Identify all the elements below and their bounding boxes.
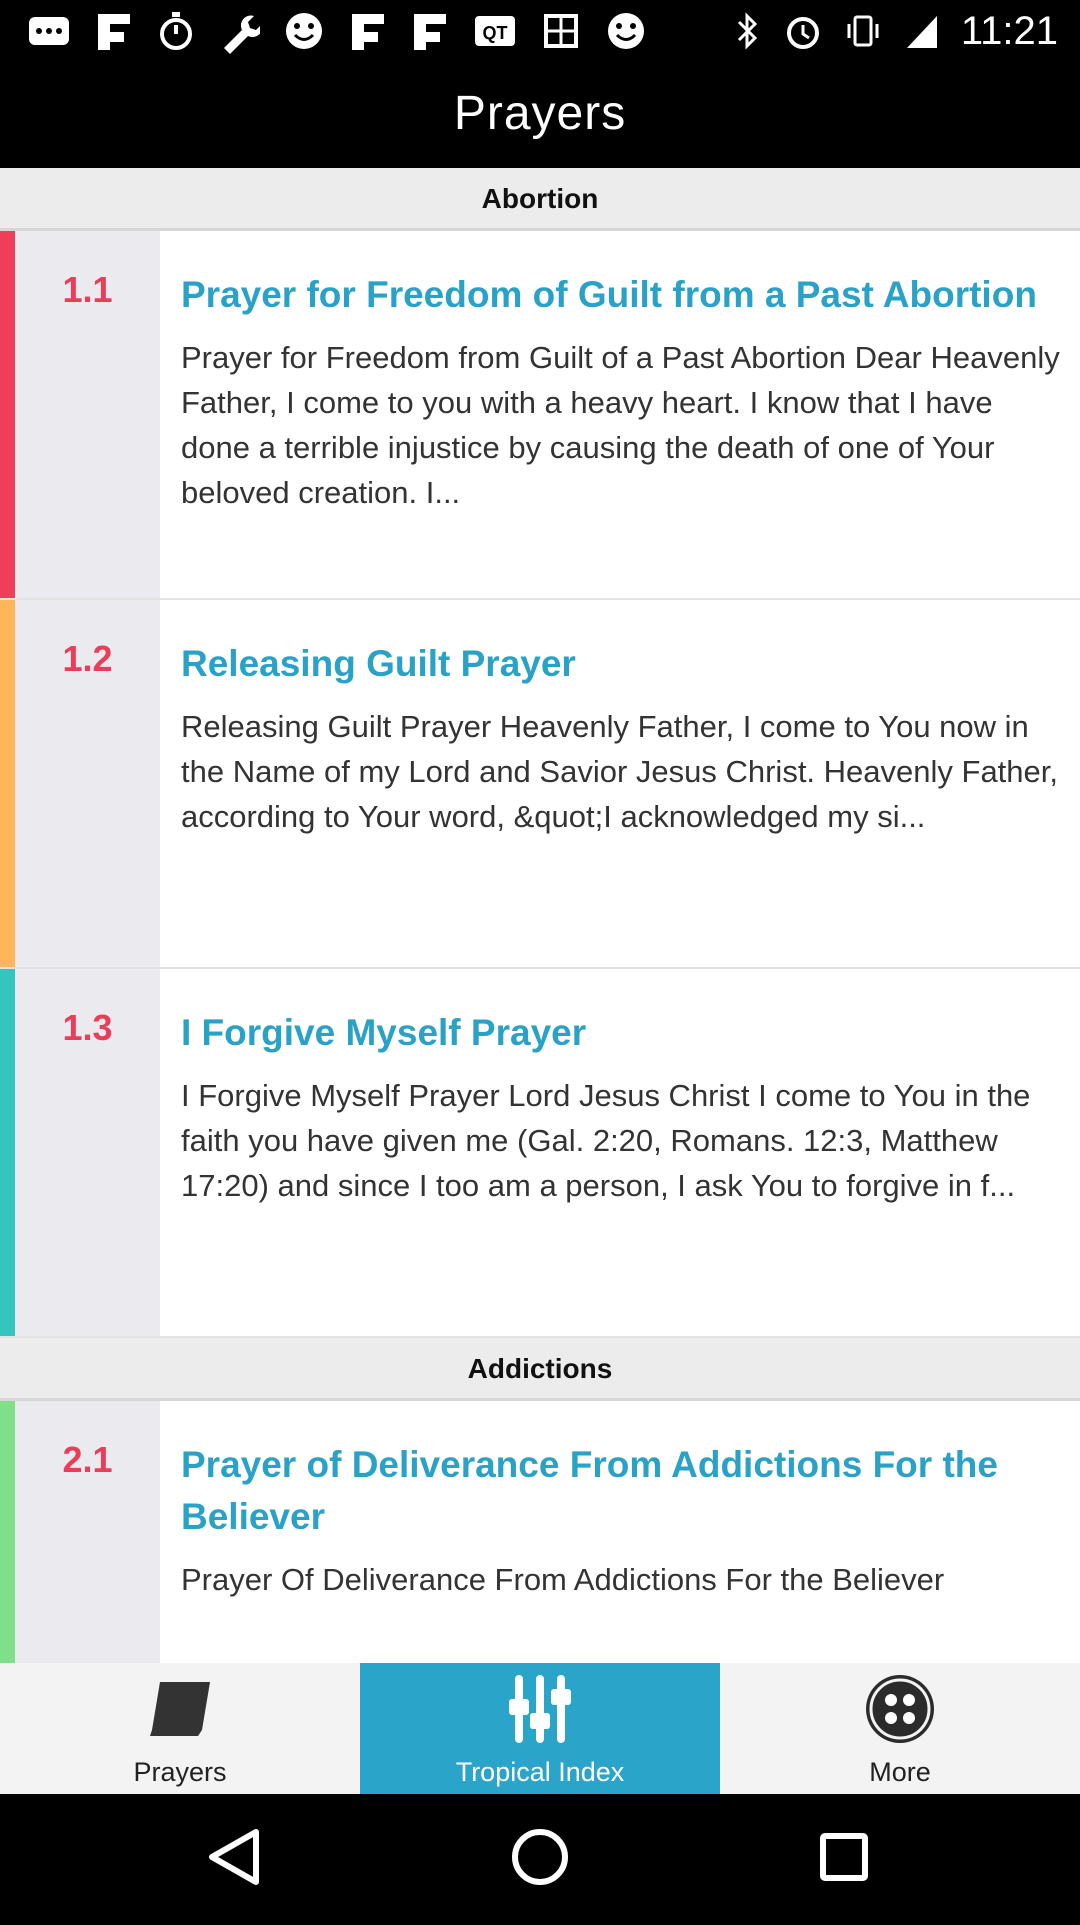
page-title: Prayers: [453, 87, 627, 140]
prayer-body: Prayer for Freedom of Guilt from a Past …: [181, 269, 1062, 515]
grid-app-icon: [544, 14, 578, 48]
messenger-dots-icon: [29, 17, 69, 45]
tab-tropical-index[interactable]: Tropical Index: [360, 1663, 720, 1794]
smiley-icon: [286, 13, 322, 49]
section-header-abortion: Abortion: [0, 168, 1080, 231]
prayer-excerpt: Prayer Of Deliverance From Addictions Fo…: [181, 1562, 945, 1597]
accent-bar: [0, 969, 15, 1336]
tab-more[interactable]: More: [720, 1663, 1080, 1794]
accent-bar: [0, 1401, 15, 1663]
prayer-body: Releasing Guilt Prayer Releasing Guilt P…: [181, 638, 1062, 839]
stopwatch-icon: [160, 12, 192, 50]
tab-label: Prayers: [133, 1757, 227, 1787]
tab-label: Tropical Index: [455, 1757, 625, 1787]
signal-icon: [906, 16, 937, 48]
vibrate-icon: [847, 15, 879, 47]
prayer-body: I Forgive Myself Prayer I Forgive Myself…: [181, 1007, 1062, 1208]
more-dots-icon: [866, 1675, 934, 1743]
system-icons: 11:21: [733, 8, 1058, 54]
prayer-number: 1.2: [62, 638, 113, 679]
prayer-item-1-1[interactable]: 1.1 Prayer for Freedom of Guilt from a P…: [0, 231, 1080, 600]
number-column: 1.2: [15, 600, 160, 967]
prayer-number: 1.3: [62, 1007, 113, 1048]
app-bar: Prayers: [0, 62, 1080, 168]
prayer-excerpt: Releasing Guilt Prayer Heavenly Father, …: [181, 709, 1059, 834]
flipboard-icon: [414, 14, 446, 50]
qt-icon: QT: [475, 16, 515, 46]
prayer-title: Prayer for Freedom of Guilt from a Past …: [181, 274, 1037, 315]
accent-bar: [0, 600, 15, 967]
clock: 11:21: [960, 9, 1058, 53]
prayer-title: Releasing Guilt Prayer: [181, 643, 576, 684]
recents-icon[interactable]: [820, 1833, 868, 1881]
wrench-icon: [224, 15, 260, 54]
prayer-item-1-3[interactable]: 1.3 I Forgive Myself Prayer I Forgive My…: [0, 969, 1080, 1338]
prayer-number: 1.1: [62, 269, 113, 310]
back-icon[interactable]: [209, 1829, 259, 1885]
bluetooth-icon: [737, 12, 757, 50]
number-column: 1.3: [15, 969, 160, 1336]
prayer-excerpt: I Forgive Myself Prayer Lord Jesus Chris…: [181, 1078, 1031, 1203]
tab-prayers[interactable]: Prayers: [0, 1663, 360, 1794]
flipboard-icon: [98, 14, 130, 50]
smiley-icon: [608, 13, 644, 49]
alarm-icon: [786, 17, 819, 49]
tab-label: More: [869, 1757, 931, 1787]
prayer-body: Prayer of Deliverance From Addictions Fo…: [181, 1439, 1062, 1602]
flipboard-icon: [352, 14, 384, 50]
home-icon[interactable]: [512, 1829, 568, 1885]
prayer-title: I Forgive Myself Prayer: [181, 1012, 587, 1053]
prayer-excerpt: Prayer for Freedom from Guilt of a Past …: [181, 340, 1060, 510]
section-header-addictions: Addictions: [0, 1338, 1080, 1401]
notification-icons: QT: [26, 8, 648, 54]
number-column: 2.1: [15, 1401, 160, 1663]
svg-text:QT: QT: [483, 23, 508, 43]
accent-bar: [0, 231, 15, 598]
book-icon: [150, 1682, 210, 1736]
prayer-list[interactable]: Abortion 1.1 Prayer for Freedom of Guilt…: [0, 168, 1080, 1663]
number-column: 1.1: [15, 231, 160, 598]
system-nav-bar: [0, 1794, 1080, 1920]
prayer-item-1-2[interactable]: 1.2 Releasing Guilt Prayer Releasing Gui…: [0, 600, 1080, 969]
prayer-number: 2.1: [62, 1439, 113, 1480]
status-bar: QT 11:21: [0, 0, 1080, 62]
bottom-tab-bar: Prayers Tropical Index More: [0, 1663, 1080, 1794]
sliders-icon: [509, 1675, 571, 1743]
prayer-title: Prayer of Deliverance From Addictions Fo…: [181, 1444, 998, 1537]
prayer-item-2-1[interactable]: 2.1 Prayer of Deliverance From Addiction…: [0, 1401, 1080, 1663]
